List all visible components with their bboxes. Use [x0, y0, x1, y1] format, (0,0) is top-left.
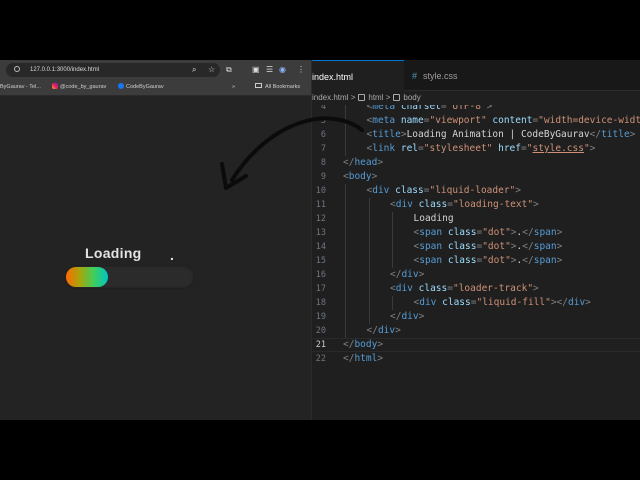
- annotation-arrow: [220, 116, 364, 190]
- screen-area: 127.0.0.1:3000/index.html ⌕ ☆ ⧉ ▣ ☰ ◉ ⋮ …: [0, 60, 640, 420]
